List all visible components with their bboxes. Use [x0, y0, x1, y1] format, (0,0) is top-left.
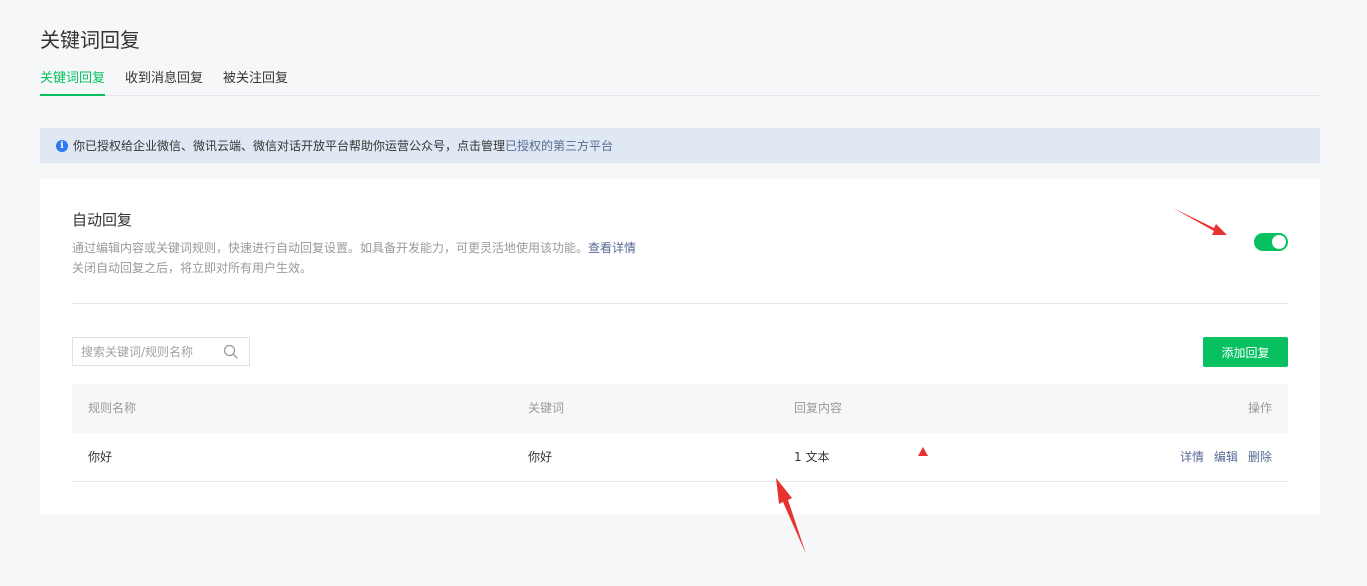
- annotation-triangle-icon: [918, 447, 928, 456]
- header-rule-name: 规则名称: [88, 401, 137, 415]
- header-reply-content: 回复内容: [794, 401, 843, 415]
- auto-reply-card: 自动回复 通过编辑内容或关键词规则，快速进行自动回复设置。如具备开发能力，可更灵…: [40, 179, 1320, 515]
- table-header: 规则名称 关键词 回复内容 操作: [72, 384, 1288, 433]
- row-operations: 详情 编辑 删除: [1180, 433, 1272, 482]
- search-input[interactable]: [73, 338, 221, 365]
- row-reply-content: 1 文本: [794, 450, 830, 464]
- auto-reply-desc-line1: 通过编辑内容或关键词规则，快速进行自动回复设置。如具备开发能力，可更灵活地使用该…: [72, 241, 589, 255]
- authorization-notice: i 你已授权给企业微信、微讯云端、微信对话开放平台帮助你运营公众号，点击管理 已…: [40, 128, 1320, 163]
- delete-link[interactable]: 删除: [1248, 433, 1272, 482]
- section-divider: [72, 303, 1288, 304]
- tab-bar: 关键词回复 收到消息回复 被关注回复: [40, 70, 1320, 96]
- auto-reply-toggle[interactable]: [1254, 233, 1288, 251]
- third-party-platform-link[interactable]: 已授权的第三方平台: [505, 137, 613, 154]
- search-box: [72, 337, 250, 366]
- auto-reply-title: 自动回复: [72, 211, 133, 229]
- page-title: 关键词回复: [40, 28, 140, 52]
- table-row: 你好 你好 1 文本 详情 编辑 删除: [72, 433, 1288, 482]
- details-link[interactable]: 详情: [1180, 433, 1204, 482]
- rules-table: 规则名称 关键词 回复内容 操作 你好 你好 1 文本 详情 编辑 删除: [72, 384, 1288, 482]
- search-icon[interactable]: [221, 342, 241, 362]
- add-reply-button[interactable]: 添加回复: [1203, 337, 1288, 367]
- auto-reply-description: 通过编辑内容或关键词规则，快速进行自动回复设置。如具备开发能力，可更灵活地使用该…: [72, 238, 636, 278]
- edit-link[interactable]: 编辑: [1214, 433, 1238, 482]
- auto-reply-header: 自动回复 通过编辑内容或关键词规则，快速进行自动回复设置。如具备开发能力，可更灵…: [72, 209, 636, 278]
- row-keyword: 你好: [528, 450, 553, 464]
- row-rule-name: 你好: [88, 450, 113, 464]
- view-details-link[interactable]: 查看详情: [588, 241, 636, 255]
- page: 关键词回复 关键词回复 收到消息回复 被关注回复 i 你已授权给企业微信、微讯云…: [0, 0, 1367, 586]
- tab-keyword-reply[interactable]: 关键词回复: [40, 70, 106, 96]
- toggle-knob: [1272, 235, 1286, 249]
- info-icon: i: [56, 139, 68, 152]
- header-keyword: 关键词: [528, 401, 565, 415]
- header-operations: 操作: [1247, 401, 1272, 415]
- notice-text: 你已授权给企业微信、微讯云端、微信对话开放平台帮助你运营公众号，点击管理: [73, 139, 506, 153]
- tab-message-reply[interactable]: 收到消息回复: [125, 70, 203, 96]
- tab-follow-reply[interactable]: 被关注回复: [223, 70, 288, 96]
- auto-reply-desc-line2: 关闭自动回复之后，将立即对所有用户生效。: [72, 261, 313, 275]
